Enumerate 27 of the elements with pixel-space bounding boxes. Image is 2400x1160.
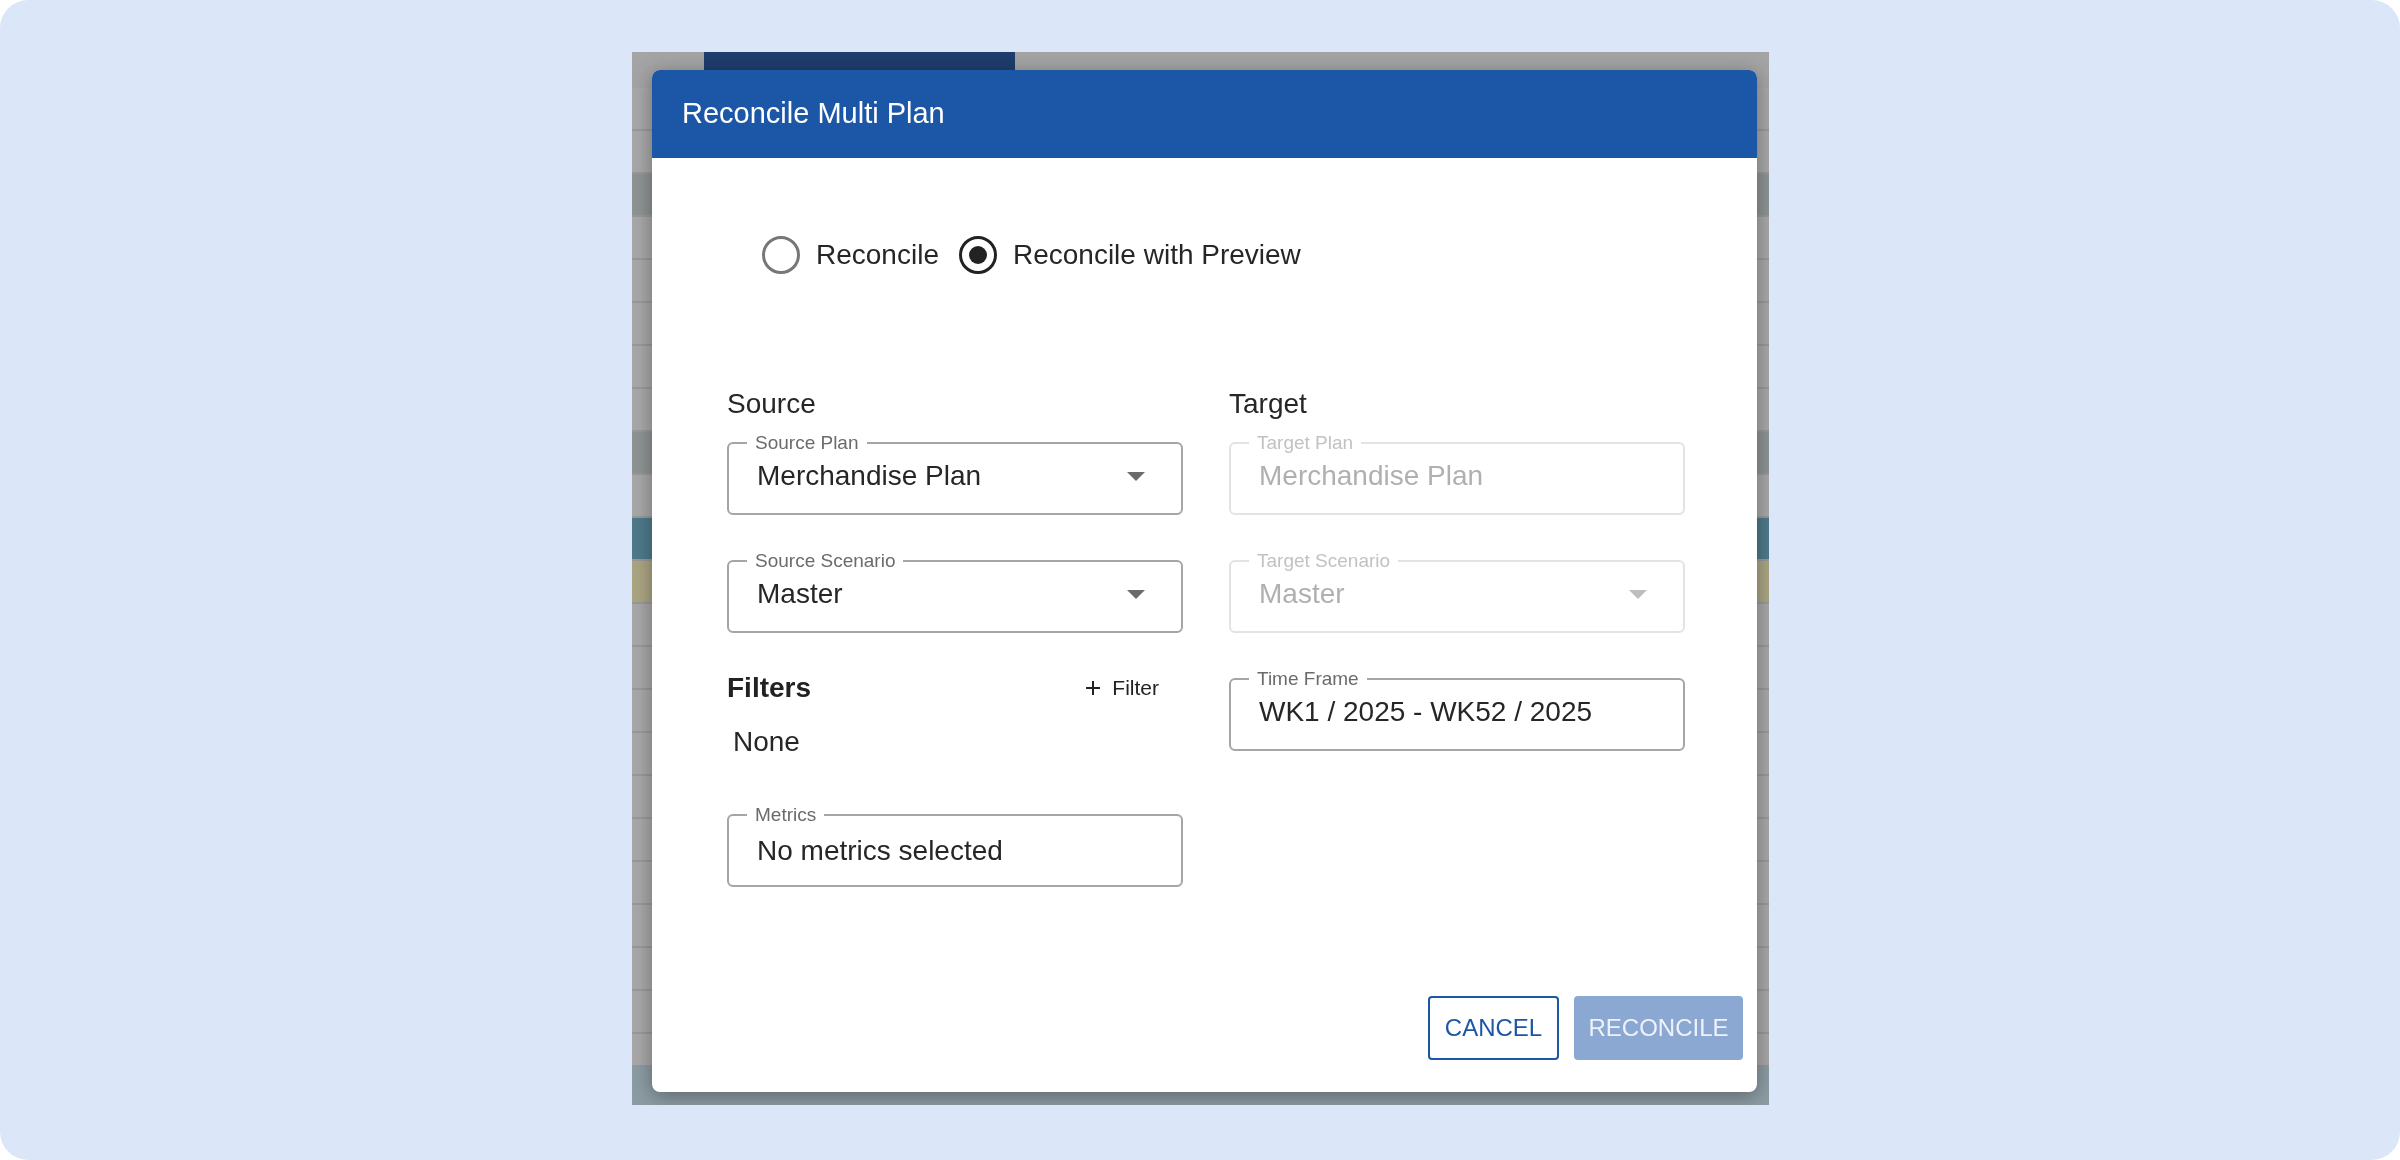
section-heading: Source <box>727 388 817 420</box>
dropdown-icon <box>1127 589 1145 599</box>
filters-value: None <box>733 725 801 759</box>
field-label: Source Scenario <box>754 549 897 573</box>
field-label: Time Frame <box>1256 667 1360 691</box>
radio-label: Reconcile with Preview <box>1012 238 1301 272</box>
radio-label: Reconcile <box>816 238 939 272</box>
field-value: Master <box>1259 577 1345 611</box>
add-filter-button[interactable]: Filter <box>1078 668 1167 708</box>
field-label: Metrics <box>754 803 818 827</box>
filters-heading: Filters <box>727 671 812 705</box>
dialog-title: Reconcile Multi Plan <box>682 96 945 132</box>
radio-button[interactable] <box>958 236 997 274</box>
field-label: Target Plan <box>1256 431 1355 455</box>
field-label: Target Scenario <box>1256 549 1392 573</box>
cancel-button[interactable]: CANCEL <box>1428 996 1559 1060</box>
field-value: Master <box>757 577 843 611</box>
section-heading: Target <box>1229 388 1308 420</box>
field-value: Merchandise Plan <box>1259 459 1484 493</box>
radio-button[interactable] <box>762 236 800 274</box>
field-value: No metrics selected <box>757 834 1003 868</box>
field-value: Merchandise Plan <box>757 459 982 493</box>
field-value: WK1 / 2025 - WK52 / 2025 <box>1259 695 1593 729</box>
dropdown-icon <box>1629 589 1647 599</box>
plus-icon <box>1086 681 1101 695</box>
dropdown-icon <box>1127 471 1145 481</box>
field-label: Source Plan <box>754 431 860 455</box>
